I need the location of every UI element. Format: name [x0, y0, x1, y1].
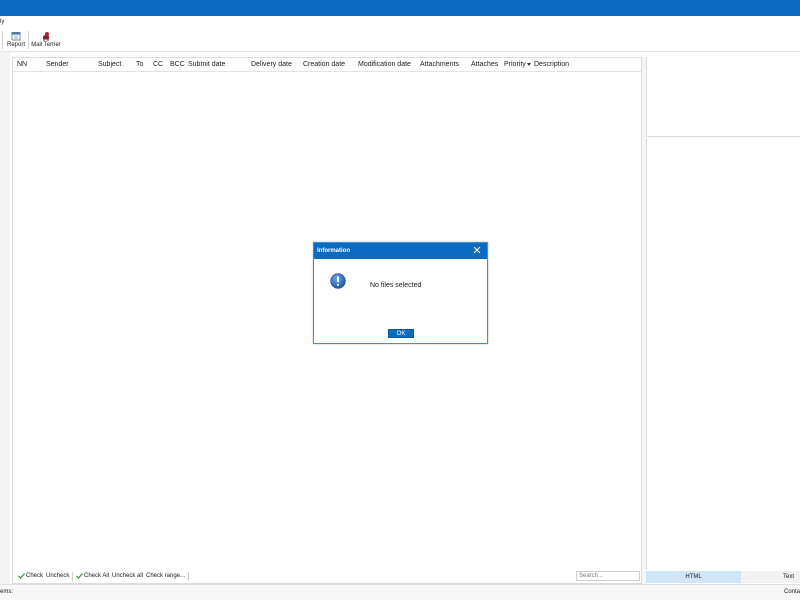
ok-button[interactable]: OK	[388, 329, 414, 338]
column-header[interactable]: Submit date	[188, 61, 225, 68]
left-edge-panel	[0, 52, 10, 584]
search-input[interactable]: Search...	[576, 571, 640, 581]
column-header[interactable]: BCC	[170, 61, 185, 68]
uncheck-button[interactable]: Uncheck	[46, 573, 69, 579]
toolbar-separator	[2, 31, 3, 49]
info-exclamation-icon	[330, 273, 346, 289]
check-all-icon	[76, 573, 83, 579]
check-all-button[interactable]: Check All	[84, 573, 109, 579]
column-header[interactable]: Description	[534, 61, 569, 68]
column-header[interactable]: Attachments	[420, 61, 459, 68]
menu-item-fragment[interactable]: ly	[0, 19, 4, 25]
dialog-titlebar: Information	[314, 243, 487, 259]
calendar-icon	[11, 32, 21, 41]
check-button[interactable]: Check	[26, 573, 43, 579]
tab-text[interactable]: Text	[741, 571, 800, 583]
mail-terrier-label: Mail Terrier	[31, 42, 61, 48]
items-count-label: ems:	[0, 589, 14, 595]
dialog-title: Information	[317, 248, 350, 254]
column-header[interactable]: Sender	[46, 61, 69, 68]
column-header[interactable]: Priority	[504, 61, 526, 68]
check-range-button[interactable]: Check range...	[146, 573, 185, 579]
column-header[interactable]: Subject	[98, 61, 121, 68]
column-header[interactable]: CC	[153, 61, 163, 68]
check-icon	[18, 573, 25, 579]
information-dialog: Information No files selected OK	[313, 242, 488, 344]
sort-dropdown-icon[interactable]	[527, 63, 531, 66]
uncheck-all-button[interactable]: Uncheck all	[112, 573, 143, 579]
bottom-toolbar: Check Uncheck Check All Uncheck all Chec…	[12, 570, 642, 583]
status-right-label: Conta	[783, 589, 800, 595]
mail-terrier-button[interactable]: Mail Terrier	[30, 30, 62, 50]
column-header[interactable]: Delivery date	[251, 61, 292, 68]
mail-terrier-icon	[43, 32, 49, 41]
report-label: Report	[6, 42, 25, 48]
close-icon[interactable]	[472, 245, 482, 255]
preview-header-panel	[646, 57, 800, 137]
preview-panel	[646, 138, 800, 570]
toolbar-separator	[28, 31, 29, 49]
column-header[interactable]: Attaches	[471, 61, 498, 68]
toolbar-separator	[72, 572, 73, 581]
menu-bar: ly	[0, 16, 800, 30]
grid-header: NN Sender Subject To CC BCC Submit date …	[13, 58, 641, 72]
window-titlebar	[0, 0, 800, 16]
tab-html[interactable]: HTML	[646, 571, 741, 583]
report-button[interactable]: Report	[5, 30, 27, 50]
column-header[interactable]: To	[136, 61, 143, 68]
column-header[interactable]: Modification date	[358, 61, 411, 68]
preview-tabs: HTML Text	[646, 571, 800, 583]
toolbar-separator	[188, 572, 189, 581]
column-header[interactable]: NN	[17, 61, 27, 68]
dialog-message: No files selected	[370, 282, 422, 289]
toolbar: Report Mail Terrier	[0, 29, 800, 52]
column-header[interactable]: Creation date	[303, 61, 345, 68]
status-bar: ems: Conta	[0, 584, 800, 600]
